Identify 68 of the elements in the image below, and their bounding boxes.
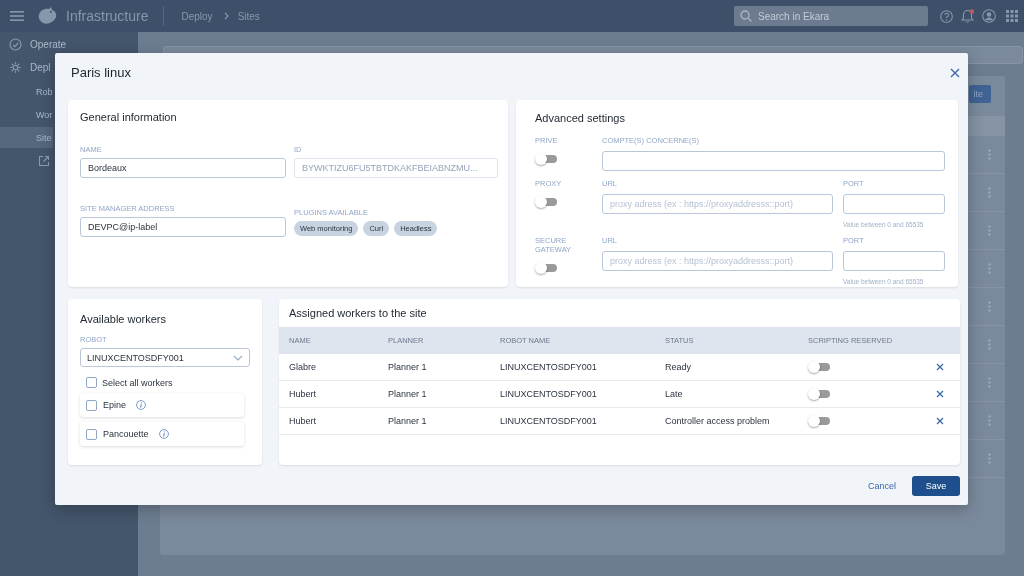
input-field[interactable]: proxy adress (ex : https://proxyaddresss::port): [602, 250, 833, 271]
toggle-switch[interactable]: [808, 415, 830, 428]
dialog-title: Paris linux: [71, 65, 131, 81]
table-cell-text: Ready: [665, 361, 692, 375]
toggle-switch[interactable]: [535, 195, 557, 208]
chevron-down-icon: [233, 354, 243, 361]
toggle-switch[interactable]: [808, 388, 830, 401]
toggle-switch[interactable]: [535, 261, 557, 274]
table-cell-text: Planner 1: [388, 388, 428, 402]
sun-icon: [9, 60, 22, 74]
save-button[interactable]: Save: [912, 476, 960, 496]
app-title: Infrastructure: [66, 8, 149, 24]
checkbox-label: Select all workers: [102, 377, 173, 388]
toggle-switch[interactable]: [808, 361, 830, 374]
user-icon[interactable]: [982, 9, 996, 23]
worker-name: Epine: [103, 400, 127, 411]
external-link-icon[interactable]: [38, 155, 50, 167]
breadcrumb-link[interactable]: Deploy: [181, 10, 213, 22]
table-cell-text: Hubert: [288, 388, 317, 402]
help-icon[interactable]: [940, 9, 953, 23]
check-circle-icon: [9, 37, 22, 51]
search-icon: [740, 10, 752, 22]
search-field[interactable]: Search in Ekara: [734, 6, 928, 26]
card-title: Advanced settings: [535, 111, 626, 124]
info-icon[interactable]: [136, 400, 147, 411]
sidebar-item[interactable]: Rob: [0, 81, 54, 102]
breadcrumb-current: Sites: [237, 10, 260, 22]
sidebar-item[interactable]: Site: [0, 127, 53, 148]
close-icon[interactable]: [936, 390, 944, 399]
input-field[interactable]: [843, 250, 945, 271]
menu-icon[interactable]: [10, 10, 24, 22]
table-cell-text: LINUXCENTOSDFY001: [500, 415, 598, 429]
info-icon[interactable]: [158, 429, 169, 440]
sidebar-item[interactable]: Wor: [0, 104, 54, 125]
card-title: General information: [80, 110, 178, 123]
checkbox[interactable]: [86, 377, 97, 389]
worker-name: Pancouette: [103, 429, 149, 440]
chevron-icon: [223, 12, 229, 20]
bird-logo-icon: [36, 6, 58, 26]
input-field[interactable]: Bordeaux: [80, 157, 286, 178]
close-icon[interactable]: [950, 67, 960, 78]
card-title: Available workers: [80, 313, 167, 326]
input-field[interactable]: proxy adress (ex : https://proxyaddresss::port): [602, 193, 833, 214]
apps-grid-icon[interactable]: [1006, 10, 1018, 22]
input-field[interactable]: DEVPC@ip-label: [80, 216, 286, 237]
bell-icon[interactable]: [961, 9, 974, 23]
close-icon[interactable]: [936, 417, 944, 426]
card-title: Assigned workers to the site: [288, 307, 428, 322]
toggle-switch[interactable]: [535, 152, 557, 165]
checkbox[interactable]: [86, 399, 97, 411]
table-cell-text: Late: [665, 388, 684, 402]
cancel-button[interactable]: Cancel: [868, 481, 896, 491]
table-cell-text: Controller access problem: [665, 415, 771, 429]
checkbox[interactable]: [86, 428, 97, 440]
robot-dropdown[interactable]: LINUXCENTOSDFY001: [80, 348, 250, 368]
close-icon[interactable]: [936, 363, 944, 372]
table-cell-text: Planner 1: [388, 361, 428, 375]
add-button[interactable]: ite: [969, 85, 991, 103]
table-cell-text: Hubert: [288, 415, 317, 429]
table-cell-text: Planner 1: [388, 415, 428, 429]
input-field[interactable]: [843, 193, 945, 214]
table-cell-text: Glabre: [288, 361, 317, 375]
input-field[interactable]: [602, 150, 945, 171]
table-cell-text: LINUXCENTOSDFY001: [500, 388, 598, 402]
sidebar-item[interactable]: Depl: [0, 58, 52, 76]
search-input[interactable]: Search in Ekara: [758, 10, 918, 22]
table-cell-text: LINUXCENTOSDFY001: [500, 361, 598, 375]
sidebar-item[interactable]: Operate: [0, 35, 68, 53]
